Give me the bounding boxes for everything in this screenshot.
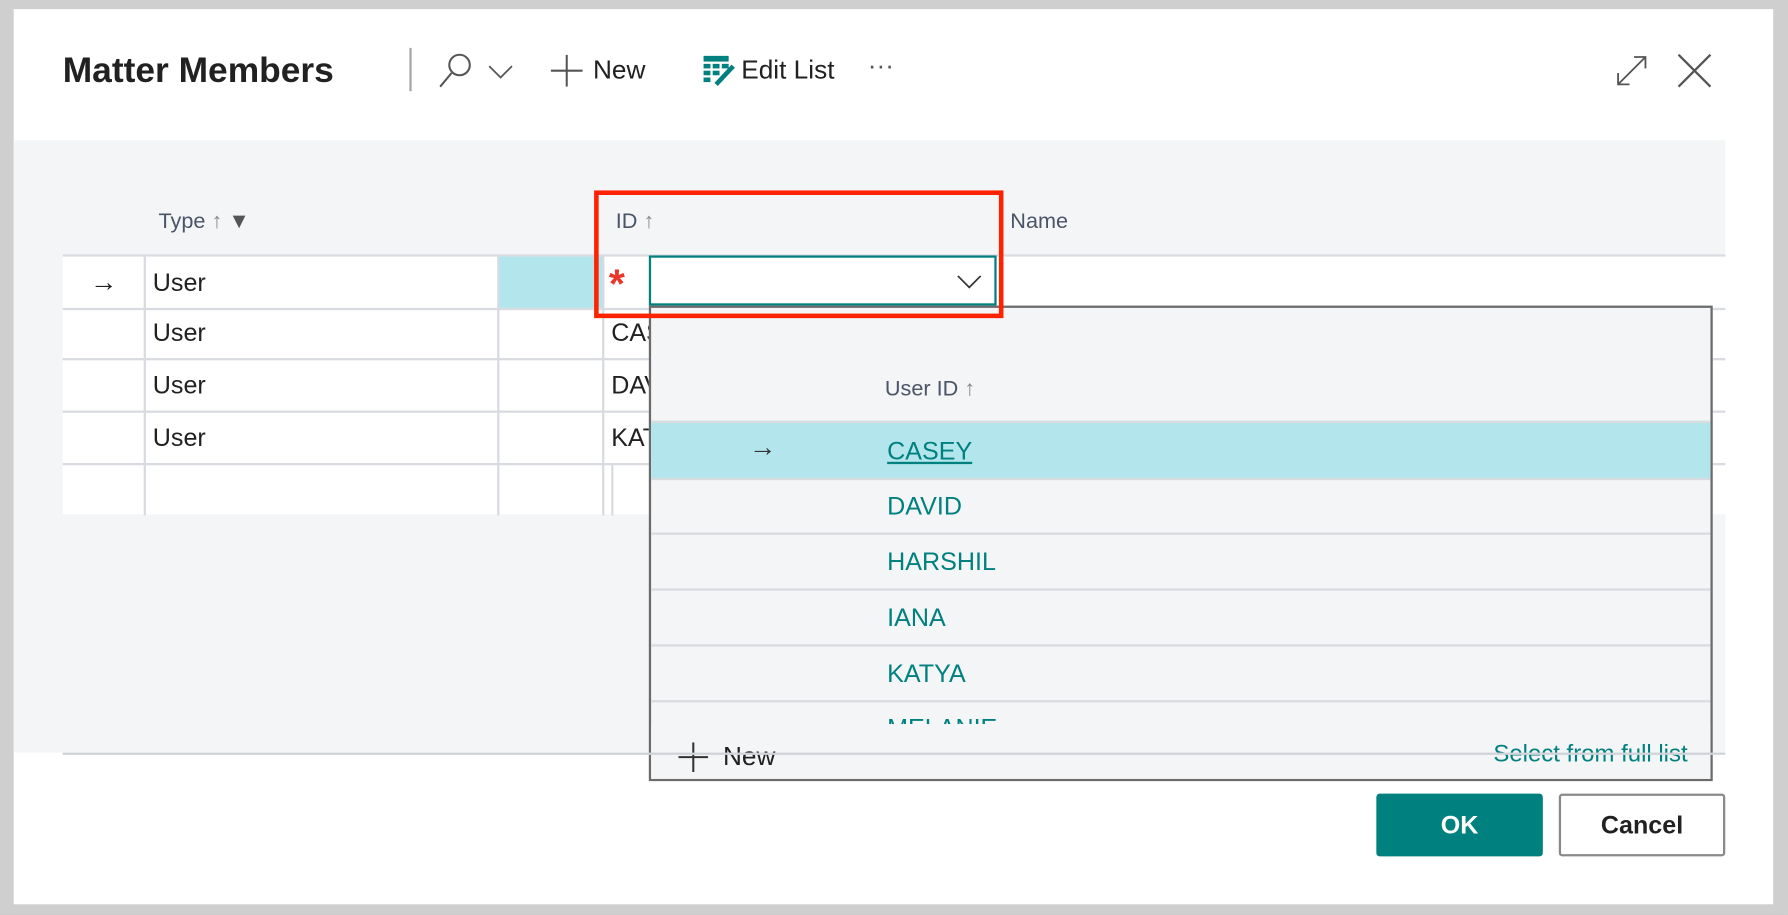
dropdown-new-button[interactable]: New xyxy=(723,741,775,772)
list-item[interactable]: KATYA xyxy=(651,645,1711,703)
list-item[interactable]: DAVID xyxy=(651,478,1711,535)
plus-icon xyxy=(678,742,709,772)
type-cell[interactable]: User xyxy=(146,306,500,359)
selection-cell[interactable] xyxy=(499,411,605,463)
user-id-header-label: User ID xyxy=(884,377,959,402)
row-marker xyxy=(63,411,146,463)
row-marker xyxy=(63,306,146,359)
sort-ascending-icon: ↑ xyxy=(964,377,976,402)
current-row-arrow-icon: → xyxy=(749,432,777,463)
user-id-link[interactable]: HARSHIL xyxy=(887,547,996,577)
id-lookup-dropdown: User ID ↑ → CASEY DAVID HARSHIL IANA KAT… xyxy=(648,305,1713,782)
type-cell[interactable]: User xyxy=(146,256,500,308)
type-cell[interactable] xyxy=(146,464,500,516)
selection-cell[interactable] xyxy=(499,306,605,359)
divider xyxy=(62,752,1726,755)
type-header-label: Type xyxy=(158,209,206,234)
user-id-link[interactable]: IANA xyxy=(887,603,946,633)
new-button[interactable]: New xyxy=(593,55,645,86)
user-id-link[interactable]: DAVID xyxy=(887,491,962,521)
row-marker xyxy=(63,359,146,411)
selection-cell[interactable] xyxy=(499,256,605,308)
selection-cell[interactable] xyxy=(499,464,605,516)
sort-ascending-icon: ↑ xyxy=(211,209,223,234)
type-cell[interactable]: User xyxy=(146,359,500,411)
toolbar-divider xyxy=(409,47,412,92)
expand-icon[interactable] xyxy=(1616,55,1648,87)
list-item[interactable]: MELANIE xyxy=(651,701,1710,724)
type-cell[interactable]: User xyxy=(146,411,500,463)
chevron-down-icon[interactable] xyxy=(488,64,513,80)
more-options-button[interactable]: ··· xyxy=(868,50,894,81)
current-row-arrow-icon: → xyxy=(63,256,146,308)
ok-button[interactable]: OK xyxy=(1376,793,1543,857)
plus-icon xyxy=(550,54,583,87)
edit-list-button[interactable]: Edit List xyxy=(741,55,834,86)
list-item[interactable]: → CASEY xyxy=(651,420,1711,481)
row-marker xyxy=(63,464,146,516)
annotation-highlight-box xyxy=(594,190,1004,319)
selection-cell[interactable] xyxy=(499,359,605,411)
search-icon[interactable] xyxy=(438,52,472,88)
id-cell xyxy=(604,464,614,516)
user-id-column-header[interactable]: User ID ↑ xyxy=(885,377,975,402)
user-id-link[interactable]: CASEY xyxy=(887,437,972,467)
list-item[interactable]: HARSHIL xyxy=(651,534,1711,591)
cancel-button[interactable]: Cancel xyxy=(1558,793,1726,857)
filter-icon[interactable]: ▼ xyxy=(228,210,249,234)
user-id-link[interactable]: MELANIE xyxy=(887,714,997,724)
column-header-name[interactable]: Name xyxy=(1010,210,1068,235)
list-item[interactable]: IANA xyxy=(651,590,1711,647)
user-id-link[interactable]: KATYA xyxy=(887,659,966,689)
column-header-type[interactable]: Type ↑ ▼ xyxy=(159,210,250,235)
edit-list-icon xyxy=(703,55,735,86)
close-icon[interactable] xyxy=(1677,53,1712,88)
page-title: Matter Members xyxy=(62,50,334,91)
